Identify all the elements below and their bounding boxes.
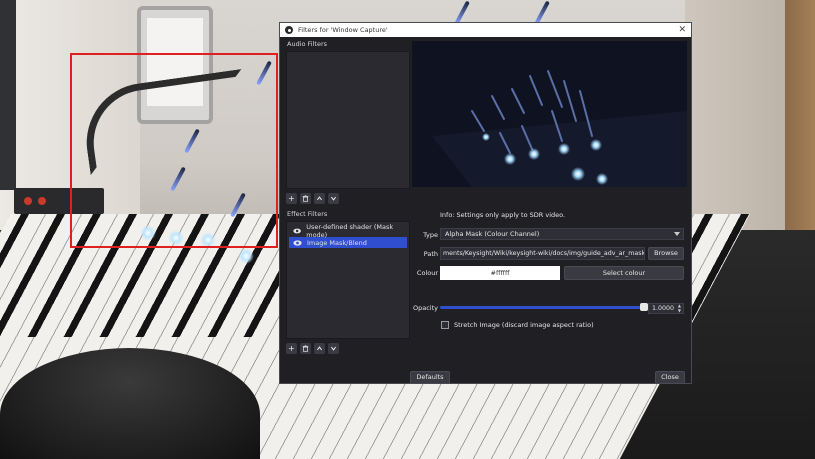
effect-filter-item-selected[interactable]: Image Mask/Blend: [289, 237, 407, 248]
filters-column: Audio Filters + Effect Filters User-defi…: [282, 37, 410, 383]
add-effect-filter-button[interactable]: +: [286, 342, 297, 354]
defaults-button[interactable]: Defaults: [410, 371, 450, 384]
properties-column: Info: Settings only apply to SDR video. …: [410, 37, 687, 384]
dialog-title: Filters for 'Window Capture': [298, 26, 388, 34]
colour-swatch: #ffffff: [440, 266, 560, 280]
effect-filters-list: User-defined shader (Mask mode) Image Ma…: [286, 221, 410, 339]
audio-filters-toolbar: +: [282, 189, 410, 207]
audio-filters-list[interactable]: [286, 51, 410, 189]
spin-arrows-icon[interactable]: ▲ ▼: [678, 303, 681, 313]
move-effect-filter-down-button[interactable]: [328, 342, 339, 354]
opacity-slider-handle[interactable]: [640, 303, 648, 311]
chevron-down-icon: [674, 232, 680, 236]
colour-label: Colour: [416, 269, 438, 277]
curtain: [0, 0, 16, 190]
move-audio-filter-down-button[interactable]: [328, 192, 339, 204]
plus-icon: +: [288, 193, 295, 203]
effect-filters-label: Effect Filters: [287, 210, 328, 218]
path-label: Path: [423, 250, 438, 258]
info-text: Info: Settings only apply to SDR video.: [440, 211, 566, 219]
stretch-image-checkbox[interactable]: [441, 321, 449, 329]
effect-filter-item[interactable]: User-defined shader (Mask mode): [289, 222, 407, 239]
plus-icon: +: [288, 343, 295, 353]
chevron-down-icon: [331, 346, 336, 351]
trash-icon: [302, 344, 309, 352]
eye-icon[interactable]: [293, 239, 302, 246]
remove-audio-filter-button[interactable]: [300, 192, 311, 204]
browse-button[interactable]: Browse: [648, 247, 684, 260]
stretch-image-label: Stretch Image (discard image aspect rati…: [454, 321, 594, 329]
type-select[interactable]: Alpha Mask (Colour Channel): [440, 228, 684, 240]
filter-preview: [412, 41, 687, 187]
move-audio-filter-up-button[interactable]: [314, 192, 325, 204]
type-label: Type: [423, 231, 438, 239]
preview-render: [432, 70, 687, 187]
audio-filters-label: Audio Filters: [287, 40, 328, 48]
type-select-value: Alpha Mask (Colour Channel): [445, 230, 540, 238]
eye-icon[interactable]: [293, 228, 301, 234]
effect-filters-toolbar: +: [282, 339, 410, 357]
opacity-slider[interactable]: [440, 303, 648, 311]
stretch-image-option[interactable]: Stretch Image (discard image aspect rati…: [441, 321, 594, 329]
source-selection-box[interactable]: [70, 53, 278, 248]
opacity-value: 1.0000: [652, 305, 675, 312]
select-colour-button[interactable]: Select colour: [564, 266, 684, 280]
chevron-up-icon: [317, 195, 322, 200]
close-icon[interactable]: ✕: [678, 24, 686, 36]
obs-logo-icon: [285, 26, 293, 34]
filters-dialog: Filters for 'Window Capture' ✕ Audio Fil…: [279, 22, 692, 384]
add-audio-filter-button[interactable]: +: [286, 192, 297, 204]
path-input[interactable]: ments/Keysight/Wiki/keysight-wiki/docs/i…: [440, 247, 645, 260]
remove-effect-filter-button[interactable]: [300, 342, 311, 354]
move-effect-filter-up-button[interactable]: [314, 342, 325, 354]
effect-filter-label: Image Mask/Blend: [307, 238, 367, 247]
opacity-spinbox[interactable]: 1.0000 ▲ ▼: [648, 303, 684, 314]
effect-filter-label: User-defined shader (Mask mode): [306, 222, 394, 239]
chevron-down-icon: [331, 196, 336, 201]
opacity-label: Opacity: [412, 304, 438, 312]
dialog-titlebar[interactable]: Filters for 'Window Capture' ✕: [280, 23, 691, 37]
chevron-up-icon: [317, 345, 322, 350]
close-button[interactable]: Close: [655, 371, 685, 384]
trash-icon: [302, 194, 309, 202]
